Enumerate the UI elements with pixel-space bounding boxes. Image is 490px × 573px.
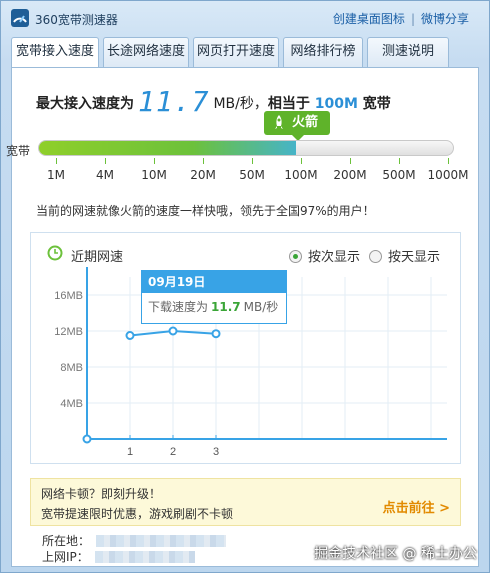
window-title: 360宽带测速器 <box>35 13 118 27</box>
scale-tick-label: 20M <box>190 168 216 182</box>
speed-description: 当前的网速就像火箭的速度一样快哦，领先于全国97%的用户！ <box>36 204 375 218</box>
location-row: 所在地： <box>42 532 227 549</box>
promo-line-1: 网络卡顿？即刻升级！ <box>41 487 162 501</box>
tab-long-distance[interactable]: 长途网络速度 <box>103 37 189 67</box>
radio-dot[interactable] <box>369 250 382 263</box>
scale-tick-label: 1000M <box>427 168 469 182</box>
speed-data-point <box>125 331 135 340</box>
bandwidth-label: 宽带 <box>6 144 31 158</box>
headline-prefix: 最大接入速度为 <box>36 96 134 112</box>
ip-redacted <box>94 551 195 563</box>
tooltip-value: 11.7 <box>211 300 241 314</box>
link-separator: | <box>410 12 415 26</box>
scale-tick-label: 500M <box>382 168 416 182</box>
max-speed-value: 11.7 <box>138 85 210 118</box>
equiv-suffix: 宽带 <box>362 96 391 112</box>
scale-tick <box>56 158 57 164</box>
y-tick-label: 8MB <box>60 362 83 374</box>
scale-tick-label: 1M <box>47 168 65 182</box>
tab-page-open[interactable]: 网页打开速度 <box>193 37 279 67</box>
title-links: 创建桌面图标 | 微博分享 <box>333 10 469 27</box>
scale-tick-label: 4M <box>96 168 114 182</box>
scale-tick <box>252 158 253 164</box>
y-tick-label: 12MB <box>54 326 83 338</box>
equiv-bandwidth: 100M <box>314 96 358 112</box>
access-speed-panel: 最大接入速度为 11.7 MB/秒，相当于 100M 宽带 火箭 宽带 1M 4M 10… <box>6 67 479 567</box>
x-tick-label: 1 <box>127 446 133 458</box>
tooltip-unit: MB/秒 <box>243 300 279 314</box>
x-tick-label: 2 <box>170 446 176 458</box>
watermark: 掘金技术社区 @ 稀土办公 <box>314 546 477 562</box>
speed-scale: 1M 4M 10M 20M 50M 100M 200M 500M 1000M <box>38 158 468 188</box>
chart-title: 近期网速 <box>71 250 124 265</box>
ip-label: 上网IP： <box>42 550 89 564</box>
tab-access-speed[interactable]: 宽带接入速度 <box>11 37 99 69</box>
create-shortcut-link[interactable]: 创建桌面图标 <box>333 12 405 26</box>
speedtest-window: 360宽带测速器 创建桌面图标 | 微博分享 宽带接入速度 长途网络速度 网页打开速… <box>0 0 490 573</box>
rocket-icon <box>275 115 283 129</box>
scale-tick-label: 50M <box>239 168 265 182</box>
scale-tick <box>105 158 106 164</box>
speed-unit: MB/秒， <box>213 96 268 112</box>
speed-line-chart: 4MB 8MB 12MB 16MB 1 2 3 <box>54 267 447 458</box>
radio-by-day[interactable]: 按天显示 <box>369 246 440 265</box>
scale-tick-label: 200M <box>333 168 367 182</box>
x-tick-label: 3 <box>213 446 219 458</box>
scale-tick-label: 100M <box>284 168 318 182</box>
radio-by-day-label: 按天显示 <box>388 250 441 265</box>
speed-data-point <box>211 329 221 339</box>
app-logo-icon <box>11 9 29 27</box>
tab-explanation[interactable]: 测速说明 <box>367 37 449 67</box>
y-tick-label: 4MB <box>60 398 83 410</box>
tab-ranking[interactable]: 网络排行榜 <box>283 37 363 67</box>
radio-by-count-label: 按次显示 <box>308 250 361 265</box>
speed-bar-fill <box>39 141 296 155</box>
location-label: 所在地： <box>42 534 91 548</box>
speed-level-badge: 火箭 <box>264 111 330 141</box>
location-redacted <box>96 535 227 547</box>
speed-tooltip: 09月19日 下载速度为 11.7 MB/秒 <box>141 270 287 324</box>
scale-tick <box>301 158 302 164</box>
radio-by-count[interactable]: 按次显示 <box>289 246 360 265</box>
promo-line-2: 宽带提速限时优惠，游戏刷剧不卡顿 <box>41 507 234 521</box>
badge-label: 火箭 <box>292 115 319 130</box>
upgrade-promo[interactable]: 网络卡顿？即刻升级！ 宽带提速限时优惠，游戏刷剧不卡顿 点击前往 > <box>30 478 461 526</box>
title-bar: 360宽带测速器 创建桌面图标 | 微博分享 <box>1 1 489 35</box>
clock-icon <box>47 245 63 261</box>
speed-data-point <box>168 326 178 336</box>
scale-tick <box>350 158 351 164</box>
scale-tick-label: 10M <box>141 168 167 182</box>
radio-dot-selected[interactable] <box>289 250 302 263</box>
scale-tick <box>399 158 400 164</box>
scale-tick <box>203 158 204 164</box>
origin-point <box>82 434 92 444</box>
tooltip-body: 下载速度为 11.7 MB/秒 <box>142 293 286 320</box>
speed-bar <box>38 140 454 156</box>
ip-row: 上网IP： <box>42 548 195 565</box>
tooltip-date: 09月19日 <box>142 271 286 293</box>
scale-tick <box>154 158 155 164</box>
y-tick-label: 16MB <box>54 290 83 302</box>
recent-speed-chart: 4MB 8MB 12MB 16MB 1 2 3 近期网速 按次显示 按天显示 09月19日 … <box>30 232 461 464</box>
speed-headline: 最大接入速度为 11.7 MB/秒，相当于 100M 宽带 <box>36 82 391 118</box>
weibo-share-link[interactable]: 微博分享 <box>421 12 469 26</box>
scale-tick <box>448 158 449 164</box>
tooltip-prefix: 下载速度为 <box>148 300 209 314</box>
promo-go-link[interactable]: 点击前往 > <box>383 497 450 516</box>
equiv-prefix: 相当于 <box>267 96 310 112</box>
